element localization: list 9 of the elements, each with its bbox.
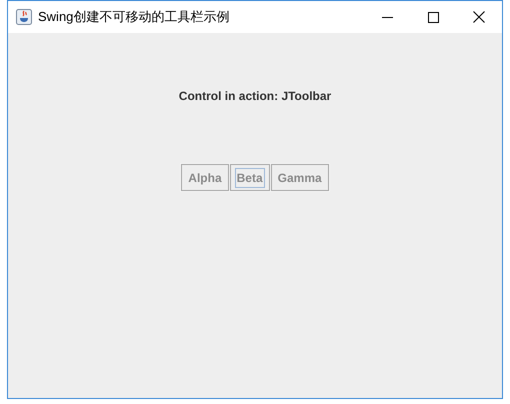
- toolbar-button[interactable]: Gamma: [270, 164, 329, 191]
- close-icon: [473, 11, 485, 23]
- maximize-icon: [428, 12, 438, 22]
- coffee-cup-icon: [16, 9, 32, 25]
- minimize-icon: [382, 16, 392, 18]
- heading-label: Control in action: JToolbar: [178, 88, 332, 105]
- window-title: Swing创建不可移动的工具栏示例: [38, 8, 230, 26]
- toolbar-button[interactable]: Alpha: [181, 164, 229, 191]
- toolbar-button[interactable]: Beta: [230, 164, 270, 191]
